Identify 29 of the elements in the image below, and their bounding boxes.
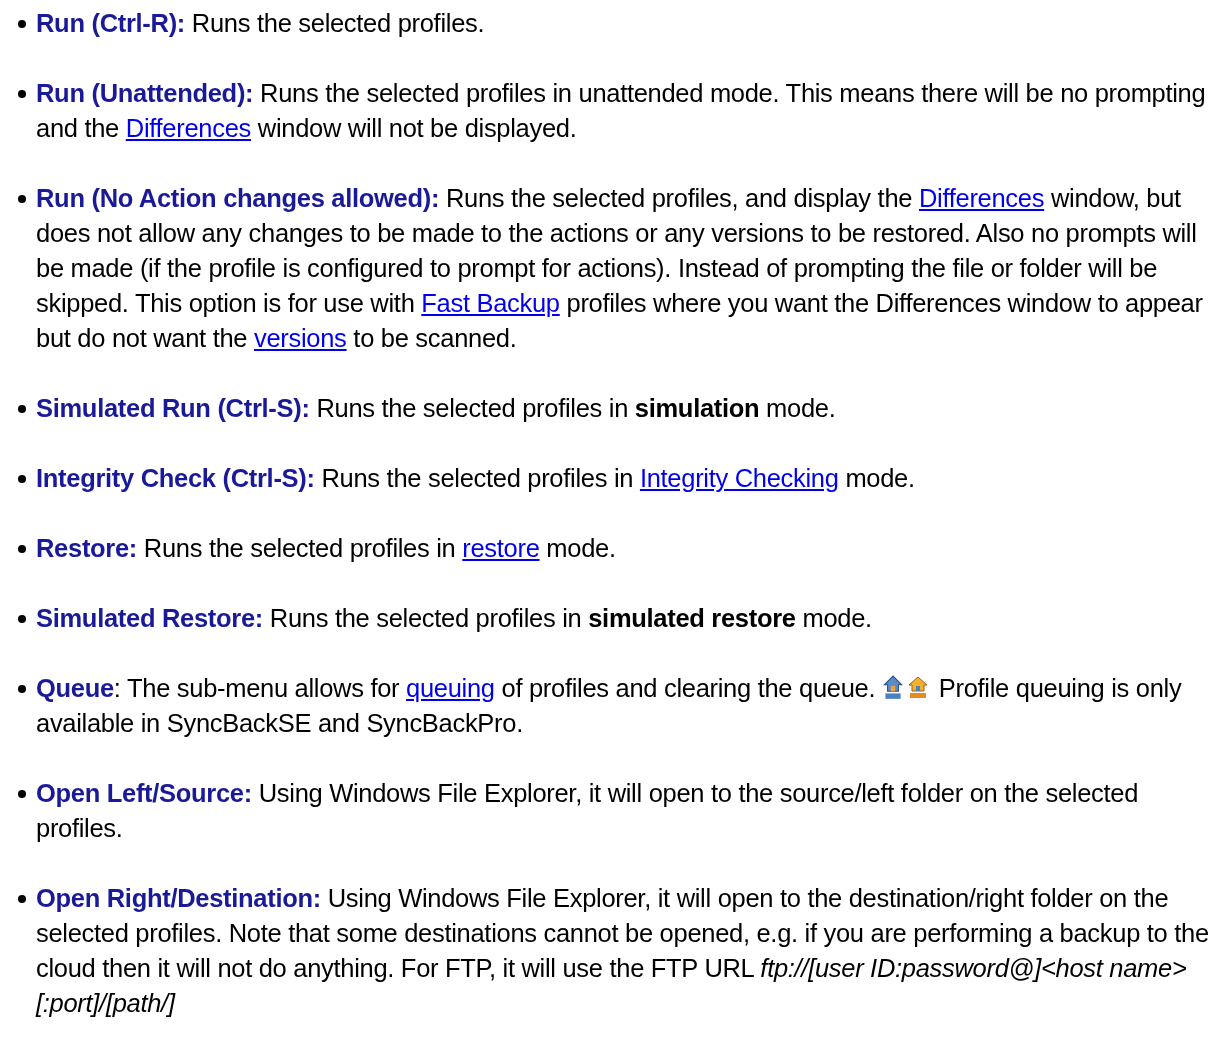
bullet-icon [18, 195, 26, 203]
list-item-text: Run (No Action changes allowed): Runs the selected profiles, and display the Differences window, but does not allow any changes to be made to the actions or any versions to be restored. Also no prompts will be made (if the profile is configured to prompt for actions). Instead of prompting the file or folder will be skipped. This option is for use with Fast Backup profiles where you want the Differences window to appear but do not want the versions to be scanned. [36, 183, 1204, 354]
bullet-icon [18, 790, 26, 798]
list-item-text: Restore: Runs the selected profiles in restore mode. [36, 533, 617, 564]
list-item-text: Simulated Run (Ctrl-S): Runs the selected profiles in simulation mode. [36, 393, 837, 424]
bullet-icon [18, 405, 26, 413]
bullet-icon [18, 615, 26, 623]
list-item-text: Run (Unattended): Runs the selected profiles in unattended mode. This means there will be no prompting and the Differences window will not be displayed. [36, 78, 1207, 144]
bullet-icon [18, 475, 26, 483]
help-link[interactable]: Integrity Checking [639, 464, 839, 492]
help-link[interactable]: restore [462, 534, 540, 562]
help-link[interactable]: Differences [125, 114, 251, 142]
help-link[interactable]: Fast Backup [421, 289, 560, 317]
list-item-text: Simulated Restore: Runs the selected profiles in simulated restore mode. [36, 603, 873, 634]
list-item-text: Queue: The sub-menu allows for queuing of profiles and clearing the queue. Profile queuing is only available in SyncBackSE and SyncBackPro. [36, 673, 1183, 739]
help-link[interactable]: queuing [406, 674, 495, 702]
bullet-icon [18, 895, 26, 903]
house-icon [882, 675, 904, 701]
bullet-icon [18, 545, 26, 553]
bullet-icon [18, 20, 26, 28]
bullet-icon [18, 685, 26, 693]
house-icon [907, 675, 929, 701]
list-item-text: Integrity Check (Ctrl-S): Runs the selected profiles in Integrity Checking mode. [36, 463, 916, 494]
list-item-text: Open Right/Destination: Using Windows File Explorer, it will open to the destination/right folder on the selected profiles. Note that some destinations cannot be opened, e.g. if you are performing a backup to the cloud then it will not do anything. For FTP, it will use the FTP URL ftp://[user ID:password@]<host name>[:port]/[path/] [36, 883, 1210, 1019]
bullet-icon [18, 90, 26, 98]
list-item-text: Run (Ctrl-R): Runs the selected profiles. [36, 8, 486, 39]
help-link[interactable]: versions [254, 324, 347, 352]
help-link[interactable]: Differences [918, 184, 1045, 212]
list-item-text: Open Left/Source: Using Windows File Explorer, it will open to the source/left folder on the selected profiles. [36, 778, 1140, 844]
